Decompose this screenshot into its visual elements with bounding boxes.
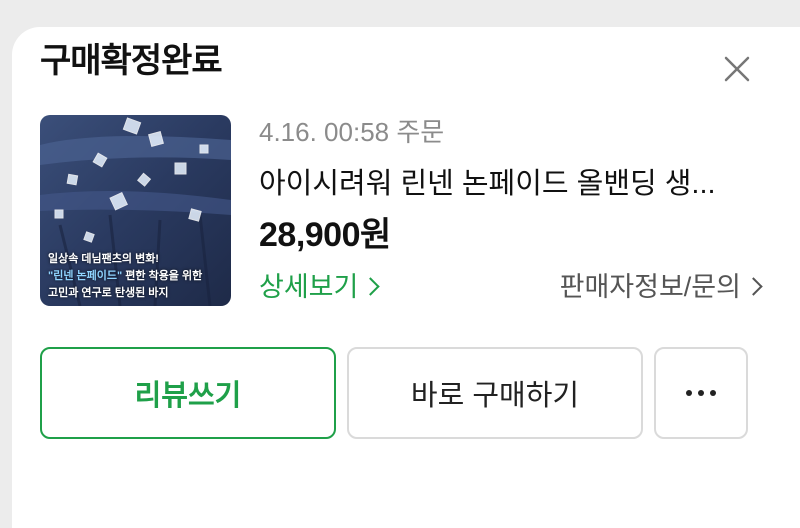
card-title: 구매확정완료 [40,42,223,80]
more-options-button[interactable] [654,347,748,439]
chevron-right-icon [361,277,381,296]
caption-line-3: 고민과 연구로 탄생된 바지 [48,287,169,299]
seller-info-link[interactable]: 판매자정보/문의 [559,269,763,305]
product-thumbnail[interactable]: 일상속 데님팬츠의 변화! "린넨 논페이드" 편한 착용을 위한 고민과 연구… [40,115,231,306]
more-dots-icon [686,390,716,396]
detail-link-label: 상세보기 [259,272,359,302]
close-button[interactable] [718,50,756,88]
seller-link-label: 판매자정보/문의 [559,272,741,302]
caption-line-1: 일상속 데님팬츠의 변화! [48,253,159,265]
product-name[interactable]: 아이시려워 린넨 논페이드 올밴딩 생... [259,165,729,203]
thumbnail-caption: 일상속 데님팬츠의 변화! "린넨 논페이드" 편한 착용을 위한 고민과 연구… [48,251,202,302]
buy-again-label: 바로 구매하기 [410,380,580,412]
buy-again-button[interactable]: 바로 구매하기 [347,347,643,439]
write-review-button[interactable]: 리뷰쓰기 [40,347,336,439]
product-price: 28,900원 [259,216,391,254]
close-icon [724,56,750,82]
caption-line-2-rest: 편한 착용을 위한 [122,270,203,282]
caption-line-2: "린넨 논페이드" 편한 착용을 위한 [48,268,202,285]
caption-highlight: "린넨 논페이드" [48,270,123,282]
order-date: 4.16. 00:58 주문 [259,117,445,147]
chevron-right-icon [744,277,763,296]
write-review-label: 리뷰쓰기 [134,380,242,412]
detail-link[interactable]: 상세보기 [259,269,381,305]
